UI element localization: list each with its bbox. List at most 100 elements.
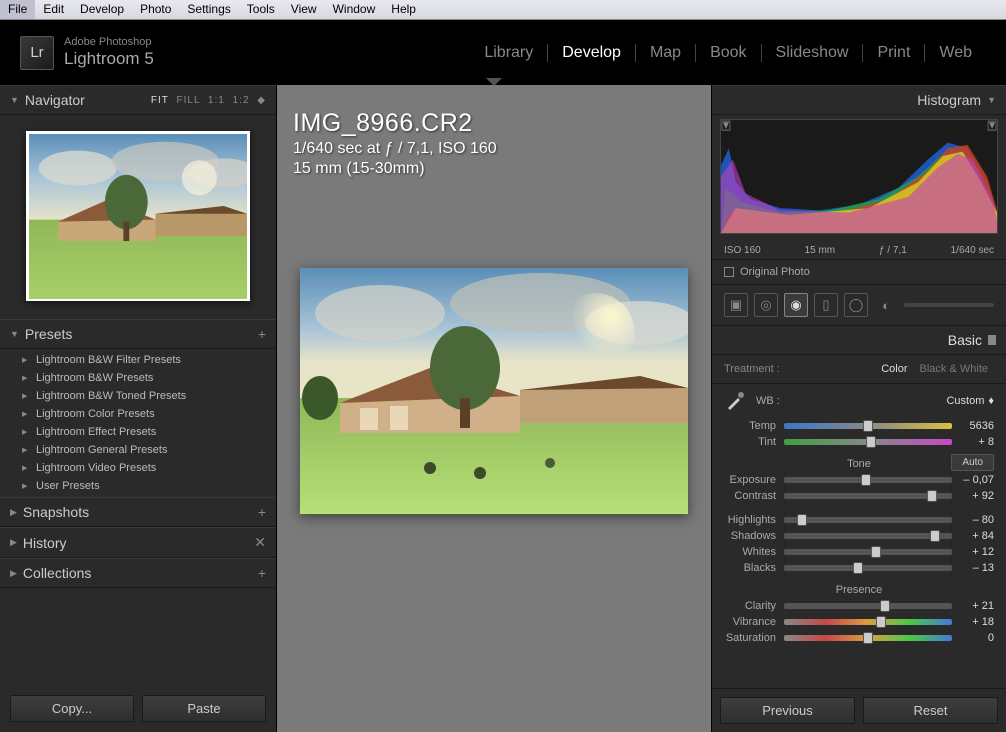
vibrance-label: Vibrance (712, 616, 784, 628)
gradient-tool-icon[interactable]: ▯ (814, 293, 838, 317)
module-develop[interactable]: Develop (548, 44, 636, 62)
navigator-thumbnail[interactable] (0, 115, 276, 319)
paste-button[interactable]: Paste (142, 695, 266, 722)
collapse-icon: ▼ (987, 95, 996, 105)
contrast-slider[interactable]: Contrast + 92 (712, 488, 1006, 504)
collapse-icon: ▼ (10, 95, 19, 105)
navigator-header[interactable]: ▼ Navigator FIT FILL 1:1 1:2 ◆ (0, 85, 276, 115)
zoom-1-1[interactable]: 1:1 (208, 95, 225, 106)
contrast-value: + 92 (952, 490, 994, 502)
clear-history-icon[interactable]: ✕ (254, 534, 266, 551)
wb-dropdown[interactable]: Custom ♦ (946, 395, 994, 407)
image-preview[interactable] (300, 268, 688, 514)
treatment-bw[interactable]: Black & White (914, 363, 994, 375)
history-header[interactable]: ▶ History ✕ (0, 527, 276, 558)
logo-text: Adobe Photoshop Lightroom 5 (64, 36, 154, 70)
spot-tool-icon[interactable]: ◎ (754, 293, 778, 317)
panel-switch-icon[interactable] (988, 335, 996, 345)
snapshots-title: Snapshots (23, 504, 89, 520)
brush-tool-icon[interactable]: ◐ (874, 293, 898, 317)
presence-title: Presence (836, 584, 882, 596)
highlights-label: Highlights (712, 514, 784, 526)
highlights-slider[interactable]: Highlights – 80 (712, 512, 1006, 528)
exposure-label: Exposure (712, 474, 784, 486)
file-name: IMG_8966.CR2 (293, 109, 497, 138)
shadows-label: Shadows (712, 530, 784, 542)
previous-button[interactable]: Previous (720, 697, 855, 724)
lr-logo-icon: Lr (20, 36, 54, 70)
tint-slider[interactable]: Tint + 8 (712, 434, 1006, 450)
collections-header[interactable]: ▶ Collections + (0, 558, 276, 588)
module-print[interactable]: Print (863, 44, 925, 62)
blacks-slider[interactable]: Blacks – 13 (712, 560, 1006, 576)
histo-shutter: 1/640 sec (951, 245, 994, 256)
clarity-slider[interactable]: Clarity + 21 (712, 598, 1006, 614)
basic-header[interactable]: Basic (712, 326, 1006, 355)
right-panel: Histogram ▼ ISO 160 15 mm ƒ / 7,1 1/640 … (711, 85, 1006, 732)
menu-develop[interactable]: Develop (72, 0, 132, 19)
zoom-fit[interactable]: FIT (151, 95, 169, 106)
presets-header[interactable]: ▼ Presets + (0, 319, 276, 349)
module-map[interactable]: Map (636, 44, 696, 62)
preset-folder[interactable]: Lightroom B&W Presets (0, 369, 276, 387)
module-web[interactable]: Web (925, 44, 986, 62)
menu-tools[interactable]: Tools (239, 0, 283, 19)
redeye-tool-icon[interactable]: ◉ (784, 293, 808, 317)
saturation-slider[interactable]: Saturation 0 (712, 630, 1006, 646)
saturation-value: 0 (952, 632, 994, 644)
preset-folder[interactable]: Lightroom General Presets (0, 441, 276, 459)
menu-help[interactable]: Help (383, 0, 424, 19)
shadows-slider[interactable]: Shadows + 84 (712, 528, 1006, 544)
menu-window[interactable]: Window (325, 0, 384, 19)
navigator-title: Navigator (25, 92, 85, 108)
preset-folder[interactable]: Lightroom B&W Filter Presets (0, 351, 276, 369)
zoom-dropdown-icon[interactable]: ◆ (257, 95, 266, 106)
reset-button[interactable]: Reset (863, 697, 998, 724)
presence-header: Presence (712, 576, 1006, 598)
zoom-fill[interactable]: FILL (177, 95, 201, 106)
preset-folder[interactable]: Lightroom B&W Toned Presets (0, 387, 276, 405)
preset-folder[interactable]: Lightroom Video Presets (0, 459, 276, 477)
preset-folder[interactable]: Lightroom Effect Presets (0, 423, 276, 441)
wb-row: WB : Custom ♦ (712, 384, 1006, 418)
menu-edit[interactable]: Edit (35, 0, 72, 19)
vibrance-slider[interactable]: Vibrance + 18 (712, 614, 1006, 630)
crop-tool-icon[interactable]: ▣ (724, 293, 748, 317)
blacks-value: – 13 (952, 562, 994, 574)
exposure-slider[interactable]: Exposure – 0,07 (712, 472, 1006, 488)
radial-tool-icon[interactable]: ◯ (844, 293, 868, 317)
os-menubar: File Edit Develop Photo Settings Tools V… (0, 0, 1006, 20)
wb-picker-icon[interactable] (724, 390, 746, 412)
treatment-row: Treatment : Color Black & White (712, 355, 1006, 384)
temp-slider[interactable]: Temp 5636 (712, 418, 1006, 434)
menu-settings[interactable]: Settings (179, 0, 238, 19)
menu-photo[interactable]: Photo (132, 0, 179, 19)
menu-file[interactable]: File (0, 0, 35, 19)
brush-slider[interactable] (904, 303, 994, 307)
add-collection-icon[interactable]: + (258, 565, 266, 581)
brand-text: Adobe Photoshop (64, 36, 154, 49)
whites-slider[interactable]: Whites + 12 (712, 544, 1006, 560)
zoom-1-2[interactable]: 1:2 (233, 95, 250, 106)
preset-folder[interactable]: Lightroom Color Presets (0, 405, 276, 423)
whites-value: + 12 (952, 546, 994, 558)
add-snapshot-icon[interactable]: + (258, 504, 266, 520)
preset-folder[interactable]: User Presets (0, 477, 276, 495)
module-library[interactable]: Library (470, 44, 548, 62)
copy-button[interactable]: Copy... (10, 695, 134, 722)
module-book[interactable]: Book (696, 44, 761, 62)
original-photo-label: Original Photo (740, 266, 810, 278)
original-photo-row[interactable]: Original Photo (712, 260, 1006, 285)
original-photo-checkbox[interactable] (724, 267, 734, 277)
filmstrip-expand-icon[interactable] (486, 78, 502, 86)
histogram-header[interactable]: Histogram ▼ (712, 85, 1006, 115)
menu-view[interactable]: View (283, 0, 325, 19)
add-preset-icon[interactable]: + (258, 326, 266, 342)
histogram-chart[interactable] (720, 119, 998, 234)
auto-tone-button[interactable]: Auto (951, 454, 994, 471)
histo-aperture: ƒ / 7,1 (879, 245, 907, 256)
treatment-color[interactable]: Color (875, 363, 913, 375)
module-slideshow[interactable]: Slideshow (762, 44, 864, 62)
snapshots-header[interactable]: ▶ Snapshots + (0, 497, 276, 527)
shadows-value: + 84 (952, 530, 994, 542)
